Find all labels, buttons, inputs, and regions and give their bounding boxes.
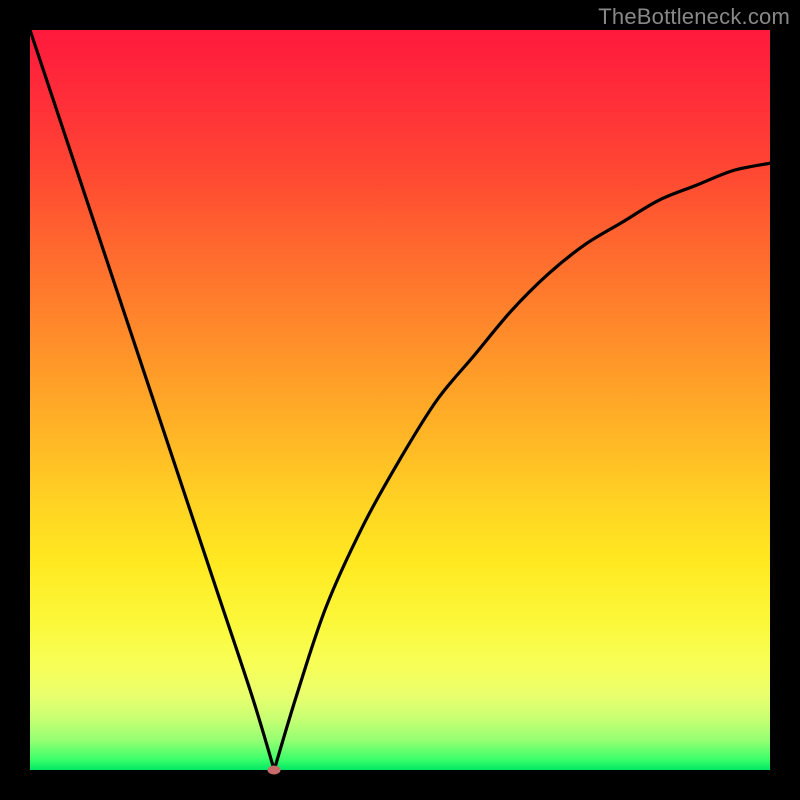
minimum-marker: [268, 766, 281, 775]
curve-svg: [30, 30, 770, 770]
watermark-text: TheBottleneck.com: [598, 4, 790, 30]
plot-area: [30, 30, 770, 770]
chart-frame: TheBottleneck.com: [0, 0, 800, 800]
bottleneck-curve: [30, 30, 770, 770]
